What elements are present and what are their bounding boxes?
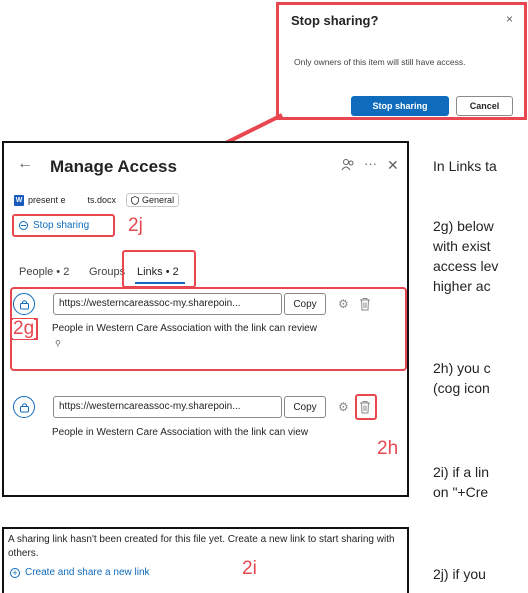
instruction-line: 2i) if a lin — [433, 464, 490, 480]
link-url-field[interactable]: https://westerncareassoc-my.sharepoin... — [53, 293, 282, 315]
lock-icon[interactable] — [13, 293, 35, 315]
trash-icon[interactable] — [359, 297, 371, 311]
dialog-title: Stop sharing? — [291, 13, 379, 28]
link-description: People in Western Care Association with … — [52, 323, 317, 334]
sensitivity-badge[interactable]: General — [126, 193, 180, 207]
instruction-line: with exist — [433, 238, 491, 254]
gear-icon[interactable]: ⚙ — [338, 297, 349, 311]
file-info-row: W present e ts.docx General — [14, 193, 180, 207]
lock-icon[interactable] — [13, 396, 35, 418]
tab-groups[interactable]: Groups — [89, 266, 125, 278]
stop-icon — [19, 221, 28, 230]
stop-sharing-dialog: Stop sharing? × Only owners of this item… — [282, 8, 521, 116]
tab-people[interactable]: People • 2 — [19, 266, 69, 278]
link-settings-small-icon: ⚲ — [55, 339, 61, 348]
cancel-button[interactable]: Cancel — [456, 96, 513, 116]
confirm-stop-sharing-button[interactable]: Stop sharing — [351, 96, 449, 116]
instruction-line: 2h) you c — [433, 360, 491, 376]
sensitivity-label: General — [142, 195, 175, 205]
instruction-line: 2g) below — [433, 218, 494, 234]
link-row: https://westerncareassoc-my.sharepoin...… — [13, 396, 371, 418]
gear-icon[interactable]: ⚙ — [338, 400, 349, 414]
instruction-line: access lev — [433, 258, 499, 274]
word-icon: W — [14, 194, 24, 206]
instruction-line: (cog icon — [433, 380, 490, 396]
step-label-2g: 2g — [13, 318, 35, 339]
instruction-line: higher ac — [433, 278, 491, 294]
create-link-label: Create and share a new link — [25, 567, 150, 578]
file-name: present e ts.docx — [28, 195, 117, 205]
close-icon[interactable]: × — [506, 12, 513, 26]
back-arrow-icon[interactable]: ← — [17, 155, 33, 173]
tab-links-underline — [135, 282, 185, 284]
link-row: https://westerncareassoc-my.sharepoin...… — [13, 293, 371, 315]
link-description: People in Western Care Association with … — [52, 427, 309, 438]
tab-links[interactable]: Links • 2 — [137, 266, 179, 278]
no-link-message: A sharing link hasn't been created for t… — [8, 534, 395, 559]
close-icon[interactable]: ✕ — [387, 157, 399, 174]
instruction-line: on "+Cre — [433, 484, 489, 500]
trash-highlight — [355, 394, 377, 420]
instruction-line: In Links ta — [433, 158, 497, 174]
dialog-message: Only owners of this item will still have… — [294, 57, 466, 67]
link-url-field[interactable]: https://westerncareassoc-my.sharepoin... — [53, 396, 282, 418]
manage-access-panel: ← Manage Access ··· ✕ W present e ts.docx… — [2, 141, 409, 497]
create-link-panel: A sharing link hasn't been created for t… — [2, 527, 409, 593]
plus-icon: + — [10, 567, 20, 578]
tab-links-highlight: Links • 2 — [122, 250, 196, 288]
copy-link-button[interactable]: Copy — [284, 293, 326, 315]
create-share-link-button[interactable]: + Create and share a new link — [10, 567, 150, 578]
panel-title: Manage Access — [50, 157, 177, 176]
more-options-icon[interactable]: ··· — [364, 156, 377, 171]
step-label-2j: 2j — [128, 215, 143, 236]
step-label-2i: 2i — [242, 558, 257, 579]
step-label-2h: 2h — [377, 438, 399, 459]
people-icon[interactable] — [341, 158, 355, 172]
instruction-line: 2j) if you — [433, 566, 486, 582]
shield-icon — [131, 195, 139, 205]
stop-sharing-link[interactable]: Stop sharing — [12, 214, 115, 237]
stop-sharing-label: Stop sharing — [33, 220, 90, 231]
stop-sharing-dialog-highlight: Stop sharing? × Only owners of this item… — [276, 2, 527, 120]
copy-link-button[interactable]: Copy — [284, 396, 326, 418]
